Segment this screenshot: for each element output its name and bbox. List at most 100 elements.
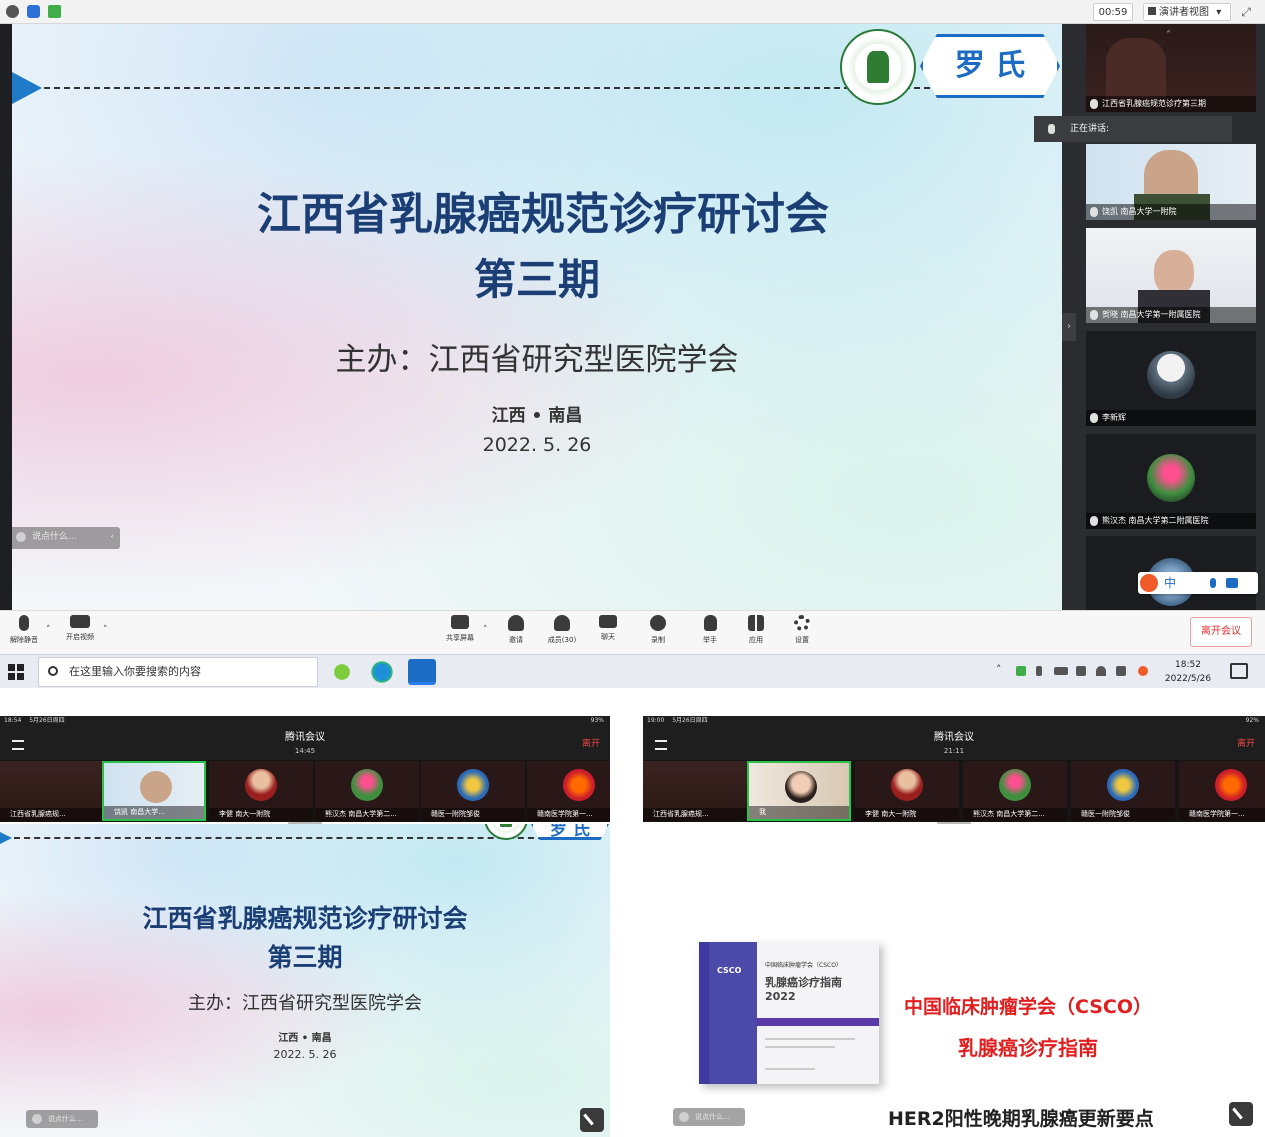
book-header: 中国临床肿瘤学会（CSCO）: [765, 962, 842, 969]
leave-button[interactable]: 离开: [582, 736, 600, 749]
participant-avatar: [351, 769, 383, 801]
participant-tile[interactable]: 江西省乳腺癌规...: [643, 761, 747, 821]
chat-placeholder: 说点什么...: [48, 1115, 83, 1123]
slide-date: 2022. 5. 26: [482, 434, 592, 456]
scroll-up-icon[interactable]: ˄: [1166, 30, 1171, 41]
emoji-icon: [16, 532, 26, 542]
taskbar-search-input[interactable]: 在这里输入你要搜索的内容: [38, 657, 318, 687]
raise-hand-button[interactable]: 举手: [690, 615, 730, 651]
chat-input-pill[interactable]: 说点什么...: [26, 1110, 98, 1128]
book-text-line: [765, 1046, 835, 1048]
info-icon[interactable]: [6, 5, 19, 18]
members-button[interactable]: 成员(30): [542, 615, 582, 651]
unmute-button[interactable]: 解除静音: [4, 615, 44, 651]
apps-grid-icon: [748, 615, 764, 631]
roche-brand-badge: 罗 氏: [530, 824, 610, 840]
menu-icon[interactable]: [12, 740, 24, 750]
mic-icon: [1048, 124, 1055, 134]
participant-tile[interactable]: 熊汉杰 南昌大学第二...: [963, 761, 1067, 821]
status-date: 5月26日周四: [672, 717, 708, 724]
battery-level: 92%: [1245, 717, 1259, 724]
chevron-up-icon[interactable]: ˄: [483, 625, 488, 635]
tencent-meeting-icon[interactable]: [408, 659, 436, 685]
slide-location: 江西 • 南昌: [278, 1033, 332, 1044]
annotate-icon[interactable]: [580, 1108, 604, 1132]
participant-name: 熊汉杰 南昌大学第二附属医院: [1086, 513, 1256, 529]
sogou-tray-icon[interactable]: [1138, 666, 1148, 676]
volume-icon[interactable]: [1076, 666, 1086, 676]
record-icon: [650, 615, 666, 631]
screenshot-collage: 00:59 演讲者视图 ▾ ⤢ 罗 氏 江西省乳腺癌规范诊疗研讨会 第三期 主办…: [0, 0, 1265, 1137]
mic-icon[interactable]: [1036, 666, 1042, 676]
shared-slide: 罗 氏 江西省乳腺癌规范诊疗研讨会 第三期 主办：江西省研究型医院学会 江西 •…: [12, 24, 1062, 610]
participant-video: [140, 771, 172, 803]
participant-name: 江西省乳腺癌规范诊疗第三期: [1086, 96, 1256, 112]
participant-tile[interactable]: 贺晓 南昌大学第一附属医院: [1086, 228, 1256, 323]
chat-input-pill[interactable]: 说点什么...: [673, 1108, 745, 1126]
taskbar-clock[interactable]: 18:52 2022/5/26: [1158, 658, 1218, 686]
participant-tile[interactable]: 李新辉: [1086, 331, 1256, 426]
chat-input-pill[interactable]: 说点什么... ‹: [12, 527, 120, 549]
mic-icon: [1090, 99, 1098, 109]
leave-meeting-button[interactable]: 离开会议: [1190, 617, 1252, 647]
phone-meeting-left: 18:54 5月26日周四 93% 腾讯会议 14:45 离开 江西省乳腺癌规.…: [0, 716, 610, 1137]
fullscreen-icon[interactable]: ⤢: [1238, 4, 1254, 20]
participant-tile[interactable]: 赣南医学院第一...: [1179, 761, 1265, 821]
participant-tile[interactable]: 李健 南大一附院: [209, 761, 313, 821]
speaker-icon[interactable]: [1116, 666, 1126, 676]
menu-icon[interactable]: [655, 740, 667, 750]
chevron-up-icon[interactable]: ˄: [103, 625, 108, 635]
search-icon: [48, 666, 58, 676]
arrow-marker-icon: [12, 72, 42, 104]
participant-tile[interactable]: 饶凯 南昌大学...: [102, 761, 206, 821]
record-button[interactable]: 录制: [638, 615, 678, 651]
participant-tile[interactable]: 赣医一附院邹俊: [421, 761, 525, 821]
panel-collapse-button[interactable]: ›: [1062, 313, 1076, 341]
guideline-book-cover: CSCO 中国临床肿瘤学会（CSCO） 乳腺癌诊疗指南 2022: [699, 942, 879, 1084]
ime-toolbar[interactable]: 中: [1138, 572, 1258, 594]
participant-tile[interactable]: 熊汉杰 南昌大学第二...: [315, 761, 419, 821]
mic-icon: [1090, 207, 1098, 217]
chat-button[interactable]: 聊天: [588, 615, 628, 651]
chevron-up-icon[interactable]: ˄: [46, 625, 51, 635]
chevron-left-icon: ‹: [110, 532, 114, 542]
invite-button[interactable]: 邀请: [496, 615, 536, 651]
annotate-icon[interactable]: [1229, 1102, 1253, 1126]
participant-tile[interactable]: 赣医一附院邹俊: [1071, 761, 1175, 821]
start-video-button[interactable]: 开启视频: [60, 615, 100, 651]
header-dashed-line: [44, 87, 960, 89]
phone-meeting-right: 19:00 5月26日周四 92% 腾讯会议 21:11 离开 江西省乳腺癌规.…: [643, 716, 1265, 1137]
share-screen-button[interactable]: 共享屏幕: [440, 615, 480, 651]
view-mode-dropdown[interactable]: 演讲者视图 ▾: [1143, 3, 1231, 21]
wifi-icon[interactable]: [1096, 666, 1106, 676]
participant-tile[interactable]: ˄ 江西省乳腺癌规范诊疗第三期: [1086, 24, 1256, 112]
edge-browser-icon[interactable]: [368, 659, 396, 685]
participant-tile[interactable]: 赣南医学院第一...: [527, 761, 610, 821]
mic-muted-icon: [19, 615, 29, 631]
book-stripe: [757, 1018, 879, 1026]
leave-button[interactable]: 离开: [1237, 736, 1255, 749]
shield-icon[interactable]: [27, 5, 40, 18]
settings-button[interactable]: 设置: [782, 615, 822, 651]
participant-name: 饶凯 南昌大学一附院: [1086, 204, 1256, 220]
participant-tile[interactable]: 熊汉杰 南昌大学第二附属医院: [1086, 434, 1256, 529]
participant-name: 贺晓 南昌大学第一附属医院: [1086, 307, 1256, 323]
chevron-up-icon[interactable]: ˄: [996, 663, 1002, 676]
windows-start-icon[interactable]: [8, 664, 24, 680]
participant-avatar: [1147, 454, 1195, 502]
signal-icon[interactable]: [48, 5, 61, 18]
ime-mode: 中: [1164, 576, 1177, 590]
participant-tile[interactable]: 我: [747, 761, 851, 821]
participant-tile[interactable]: 李健 南大一附院: [855, 761, 959, 821]
battery-icon[interactable]: [1054, 667, 1068, 675]
notification-icon[interactable]: [1230, 663, 1248, 679]
participant-tile[interactable]: 饶凯 南昌大学一附院: [1086, 144, 1256, 220]
record-label: 录制: [651, 636, 665, 644]
browser-360-icon[interactable]: [328, 659, 356, 685]
settings-label: 设置: [795, 636, 809, 644]
slide-title: 江西省乳腺癌规范诊疗研讨会: [142, 904, 468, 933]
participant-tile[interactable]: 江西省乳腺癌规...: [0, 761, 104, 821]
network-icon[interactable]: [1016, 666, 1026, 676]
hand-icon: [703, 615, 717, 631]
apps-button[interactable]: 应用: [736, 615, 776, 651]
